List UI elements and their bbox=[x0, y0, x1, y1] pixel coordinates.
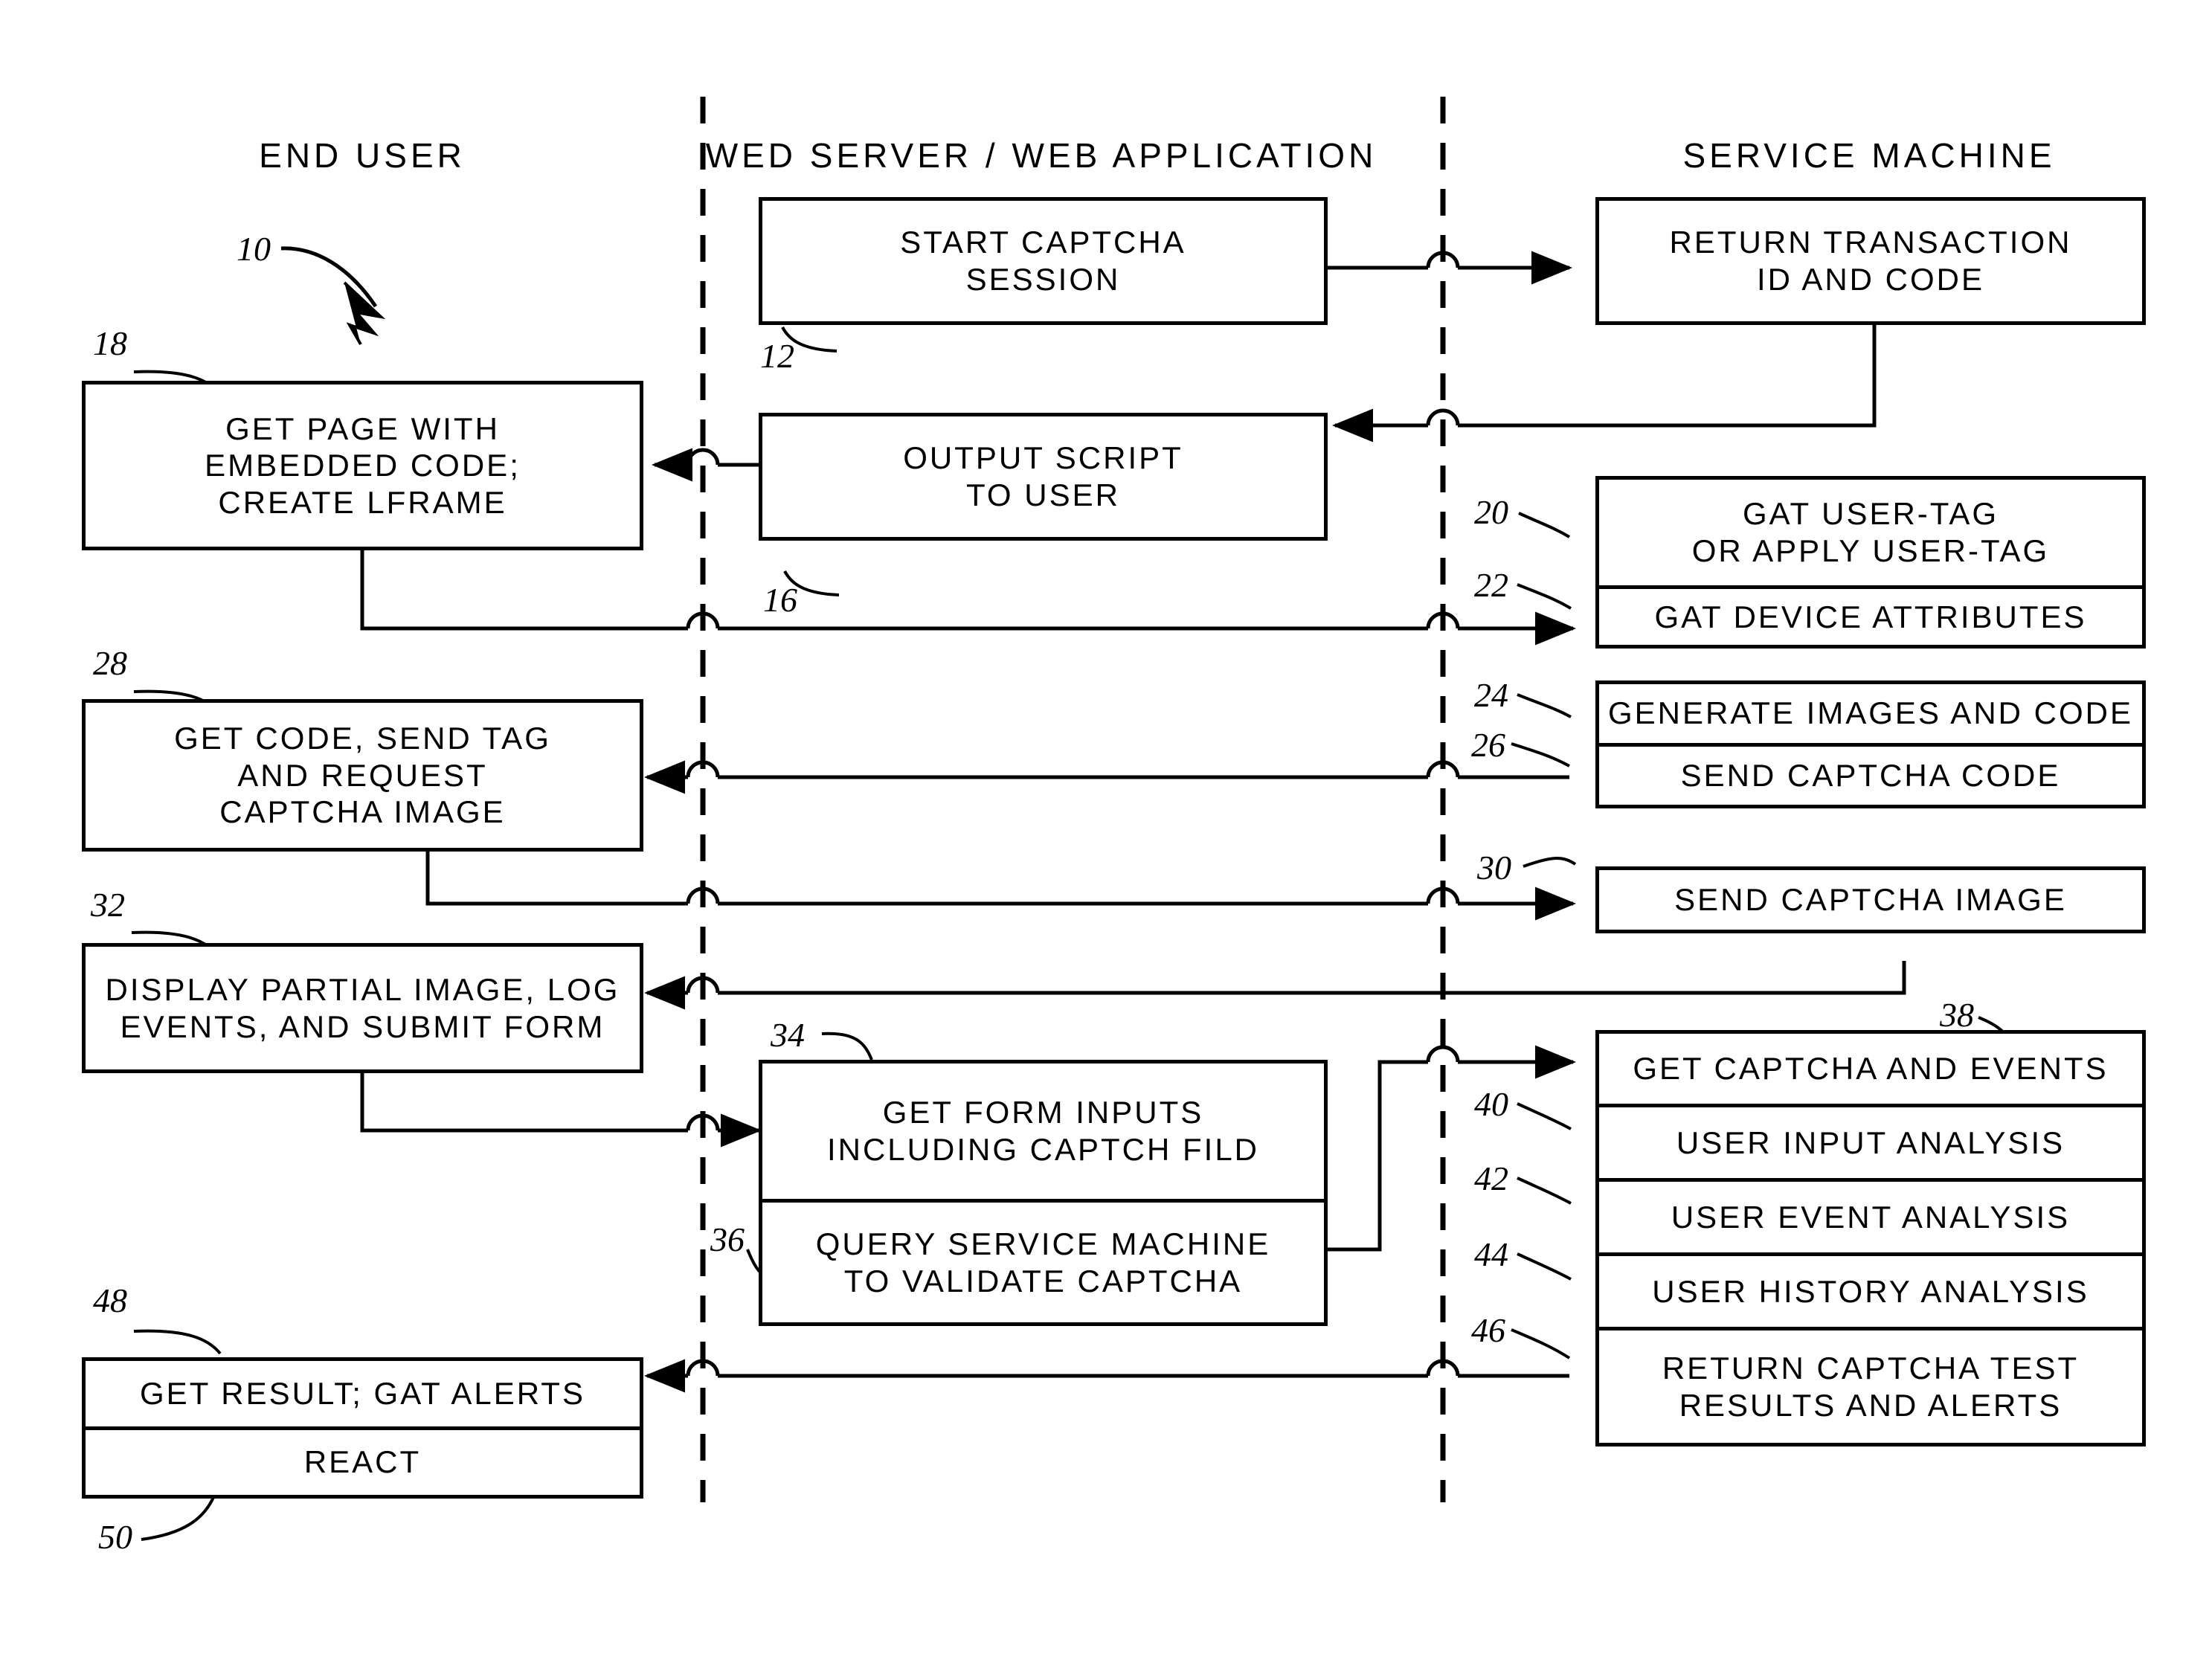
ref-44: 44 bbox=[1474, 1235, 1508, 1273]
ref-32: 32 bbox=[91, 886, 125, 924]
node-send-captcha-image[interactable]: SEND CAPTCHA IMAGE bbox=[1595, 866, 2146, 933]
node-group-get-form-inputs-query-service[interactable]: GET FORM INPUTS INCLUDING CAPTCH FILD QUE… bbox=[759, 1060, 1328, 1326]
ref-18: 18 bbox=[93, 324, 127, 362]
node-42-text: USER EVENT ANALYSIS bbox=[1599, 1178, 2142, 1252]
node-group-user-tag-device-attributes[interactable]: GAT USER-TAG OR APPLY USER-TAG GAT DEVICE… bbox=[1595, 476, 2146, 649]
node-26-text: SEND CAPTCHA CODE bbox=[1599, 742, 2142, 805]
node-return-transaction-id-and-code[interactable]: RETURN TRANSACTION ID AND CODE bbox=[1595, 197, 2146, 325]
node-32-text: DISPLAY PARTIAL IMAGE, LOG EVENTS, AND SU… bbox=[105, 971, 620, 1044]
node-44-text: USER HISTORY ANALYSIS bbox=[1599, 1252, 2142, 1327]
ref-40: 40 bbox=[1474, 1085, 1508, 1123]
node-20-text: GAT USER-TAG OR APPLY USER-TAG bbox=[1691, 496, 2050, 568]
ref-50: 50 bbox=[98, 1518, 132, 1556]
node-30-text: SEND CAPTCHA IMAGE bbox=[1674, 882, 2067, 918]
node-48-text: GET RESULT; GAT ALERTS bbox=[140, 1375, 585, 1411]
node-12-text: START CAPTCHA SESSION bbox=[900, 225, 1186, 297]
ref-22: 22 bbox=[1474, 566, 1508, 604]
node-display-partial-image-submit-form[interactable]: DISPLAY PARTIAL IMAGE, LOG EVENTS, AND SU… bbox=[82, 943, 643, 1073]
node-16-text: OUTPUT SCRIPT TO USER bbox=[903, 440, 1183, 512]
node-group-get-result-react[interactable]: GET RESULT; GAT ALERTS REACT bbox=[82, 1357, 643, 1499]
ref-30: 30 bbox=[1477, 849, 1511, 886]
ref-28: 28 bbox=[93, 644, 127, 682]
node-38-text: GET CAPTCHA AND EVENTS bbox=[1633, 1051, 2109, 1087]
node-18-text: GET PAGE WITH EMBEDDED CODE; CREATE LFRAME bbox=[205, 411, 521, 520]
node-24-text: GENERATE IMAGES AND CODE bbox=[1608, 695, 2133, 731]
ref-38: 38 bbox=[1940, 996, 1974, 1034]
node-28-text: GET CODE, SEND TAG AND REQUEST CAPTCHA IMA… bbox=[174, 721, 551, 830]
column-title-end-user: END USER bbox=[259, 136, 466, 175]
node-get-page-with-embedded-code[interactable]: GET PAGE WITH EMBEDDED CODE; CREATE LFRAME bbox=[82, 381, 643, 550]
node-output-script-to-user[interactable]: OUTPUT SCRIPT TO USER bbox=[759, 413, 1328, 541]
node-group-service-analysis[interactable]: GET CAPTCHA AND EVENTS USER INPUT ANALYS… bbox=[1595, 1030, 2146, 1447]
figure-leader-10 bbox=[280, 246, 386, 345]
node-40-text: USER INPUT ANALYSIS bbox=[1599, 1104, 2142, 1178]
ref-16: 16 bbox=[763, 581, 797, 619]
ref-12: 12 bbox=[760, 337, 794, 375]
node-14-text: RETURN TRANSACTION ID AND CODE bbox=[1669, 225, 2072, 297]
figure-canvas: END USER WED SERVER / WEB APPLICATION SE… bbox=[0, 0, 2212, 1654]
node-46-text: RETURN CAPTCHA TEST RESULTS AND ALERTS bbox=[1599, 1327, 2142, 1443]
ref-46: 46 bbox=[1471, 1311, 1505, 1349]
node-34-text: GET FORM INPUTS INCLUDING CAPTCH FILD bbox=[826, 1095, 1260, 1167]
node-36-text: QUERY SERVICE MACHINE TO VALIDATE CAPTCHA bbox=[762, 1199, 1324, 1322]
column-title-service-machine: SERVICE MACHINE bbox=[1682, 136, 2056, 175]
node-get-code-send-tag-request-image[interactable]: GET CODE, SEND TAG AND REQUEST CAPTCHA IMA… bbox=[82, 699, 643, 852]
ref-34: 34 bbox=[771, 1016, 805, 1054]
node-group-generate-images-send-code[interactable]: GENERATE IMAGES AND CODE SEND CAPTCHA CO… bbox=[1595, 680, 2146, 808]
ref-10: 10 bbox=[237, 230, 271, 268]
column-title-web-server: WED SERVER / WEB APPLICATION bbox=[705, 136, 1377, 175]
node-22-text: GAT DEVICE ATTRIBUTES bbox=[1599, 585, 2142, 645]
ref-42: 42 bbox=[1474, 1159, 1508, 1197]
ref-20: 20 bbox=[1474, 493, 1508, 531]
ref-48: 48 bbox=[93, 1281, 127, 1319]
node-50-text: REACT bbox=[86, 1426, 640, 1496]
ref-26: 26 bbox=[1471, 726, 1505, 764]
ref-24: 24 bbox=[1474, 676, 1508, 714]
node-start-captcha-session[interactable]: START CAPTCHA SESSION bbox=[759, 197, 1328, 325]
ref-36: 36 bbox=[710, 1220, 745, 1258]
